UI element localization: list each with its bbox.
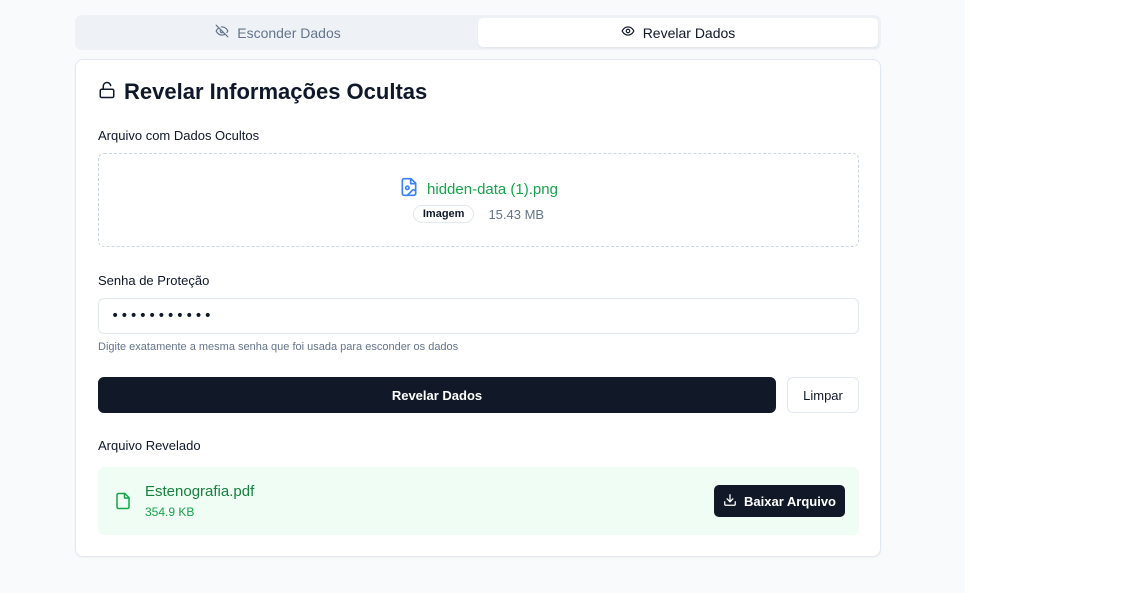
password-hint: Digite exatamente a mesma senha que foi … [98,341,459,353]
revealed-file-panel: Estenografia.pdf 354.9 KB Baixar Arquivo [98,467,859,535]
file-dropzone[interactable]: hidden-data (1).png Imagem 15.43 MB [98,153,859,247]
file-type-badge: Imagem [412,205,475,223]
tab-hide-data-label: Esconder Dados [237,24,341,41]
mode-tabs: Esconder Dados Revelar Dados [75,15,881,50]
clear-button[interactable]: Limpar [787,377,859,413]
password-input[interactable] [98,298,859,334]
unlock-icon [98,79,116,105]
image-file-icon [399,177,419,202]
download-file-button[interactable]: Baixar Arquivo [714,485,845,517]
download-file-label: Baixar Arquivo [744,493,836,509]
download-icon [723,493,737,510]
revealed-file-name: Estenografia.pdf [145,483,255,500]
eye-icon [621,24,635,41]
result-section-label: Arquivo Revelado [98,438,201,453]
file-section-label: Arquivo com Dados Ocultos [98,128,260,143]
reveal-card: Revelar Informações Ocultas Arquivo com … [75,59,881,557]
card-title-text: Revelar Informações Ocultas [124,79,428,104]
password-label: Senha de Proteção [98,273,210,288]
revealed-file-size: 354.9 KB [145,505,195,519]
reveal-data-button[interactable]: Revelar Dados [98,377,776,413]
selected-file-name: hidden-data (1).png [427,181,558,198]
selected-file-meta: Imagem 15.43 MB [99,205,858,223]
eye-off-icon [215,24,229,41]
card-title: Revelar Informações Ocultas [98,78,427,106]
selected-file: hidden-data (1).png [99,177,858,202]
file-size: 15.43 MB [488,206,545,222]
tab-reveal-data[interactable]: Revelar Dados [478,18,878,47]
tab-hide-data[interactable]: Esconder Dados [78,18,478,47]
tab-reveal-data-label: Revelar Dados [642,24,736,41]
